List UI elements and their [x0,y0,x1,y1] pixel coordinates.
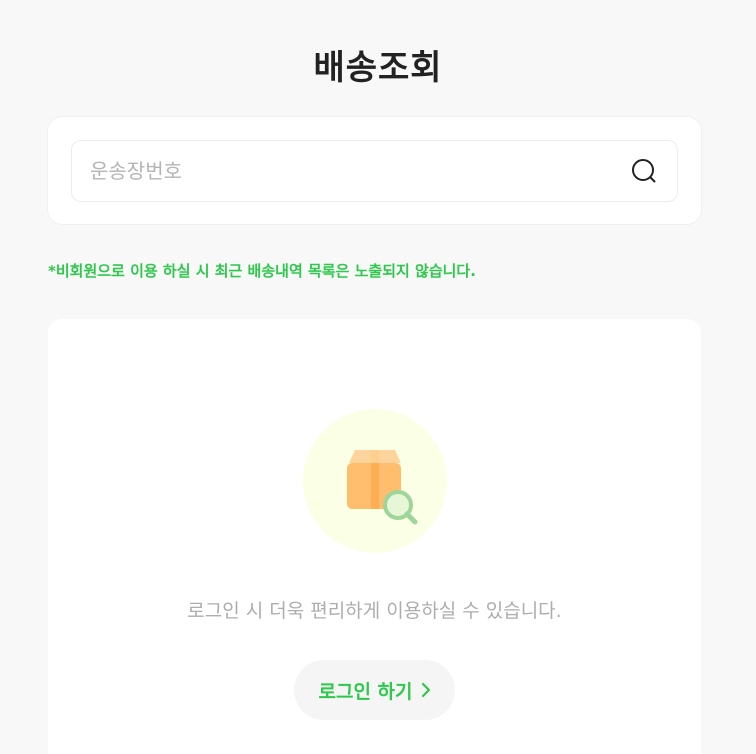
box-search-illustration [303,409,447,553]
login-button-label: 로그인 하기 [318,680,413,703]
delivery-tracking-page: 배송조회 *비회원으로 이용 하실 시 최근 배송내역 목록은 노출되지 않습니… [0,0,756,754]
non-member-notice: *비회원으로 이용 하실 시 최근 배송내역 목록은 노출되지 않습니다. [48,262,476,280]
tracking-number-input[interactable] [90,159,629,183]
search-card [48,117,701,224]
login-prompt-card: 로그인 시 더욱 편리하게 이용하실 수 있습니다. 로그인 하기 [48,319,701,754]
page-title: 배송조회 [313,48,443,88]
login-button[interactable]: 로그인 하기 [294,660,455,720]
chevron-right-icon [421,682,430,698]
login-message: 로그인 시 더욱 편리하게 이용하실 수 있습니다. [187,600,562,622]
search-box [71,140,678,202]
search-button[interactable] [629,156,659,186]
search-icon [632,159,656,183]
